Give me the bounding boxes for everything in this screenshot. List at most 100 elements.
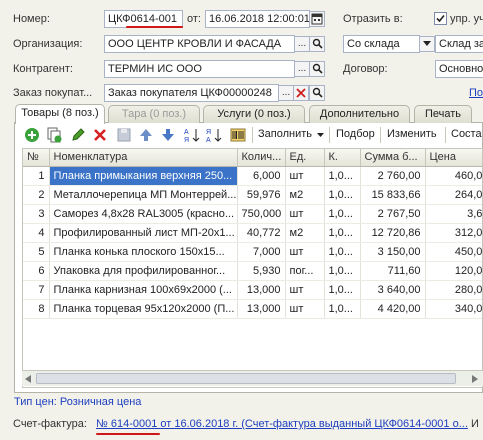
- row-name[interactable]: Планка торцевая 95х120х2000 (П...: [49, 299, 238, 319]
- column-header[interactable]: №: [23, 149, 50, 167]
- table-row[interactable]: 8 Планка торцевая 95х120х2000 (П... 13,0…: [23, 299, 482, 319]
- save-disabled-icon[interactable]: [116, 127, 132, 143]
- row-sum[interactable]: 4 420,00: [360, 299, 426, 319]
- order-link[interactable]: По: [469, 87, 483, 99]
- row-sum[interactable]: 2 767,50: [360, 204, 426, 224]
- row-qty[interactable]: 5,930: [237, 261, 286, 281]
- table-row[interactable]: 1 Планка примыкания верхняя 250... 6,000…: [23, 166, 482, 186]
- row-name[interactable]: Планка примыкания верхняя 250...: [49, 166, 238, 186]
- edit-pencil-icon[interactable]: [70, 127, 86, 143]
- org-search-icon[interactable]: [309, 36, 325, 52]
- reflect-checkbox[interactable]: [434, 12, 447, 25]
- row-unit[interactable]: шт: [285, 242, 325, 262]
- row-unit[interactable]: шт: [285, 204, 325, 224]
- table-row[interactable]: 2 Металлочерепица МП Монтеррей... 59,976…: [23, 185, 482, 205]
- column-header[interactable]: К.: [324, 149, 361, 167]
- row-sum[interactable]: 711,60: [360, 261, 426, 281]
- org-dots-button[interactable]: ...: [294, 36, 310, 52]
- row-sum[interactable]: 12 720,86: [360, 223, 426, 243]
- column-header[interactable]: Колич...: [237, 149, 286, 167]
- table-row[interactable]: 6 Упаковка для профилированног... 5,930 …: [23, 261, 482, 281]
- column-header[interactable]: Цена: [425, 149, 482, 167]
- row-price[interactable]: 460,00: [425, 166, 482, 186]
- fill-button[interactable]: Заполнить: [258, 128, 312, 140]
- selection-button[interactable]: Подбор: [336, 128, 375, 140]
- row-k[interactable]: 1,0...: [324, 242, 361, 262]
- org-field[interactable]: ООО ЦЕНТР КРОВЛИ И ФАСАДА: [104, 35, 295, 53]
- row-k[interactable]: 1,0...: [324, 166, 361, 186]
- table-row[interactable]: 7 Планка карнизная 100х69х2000 (... 13,0…: [23, 280, 482, 300]
- change-button[interactable]: Изменить: [387, 128, 437, 140]
- row-k[interactable]: 1,0...: [324, 185, 361, 205]
- row-price[interactable]: 312,00: [425, 223, 482, 243]
- row-price[interactable]: 264,00: [425, 185, 482, 205]
- composition-button[interactable]: Соста: [451, 128, 482, 140]
- table-row[interactable]: 5 Планка конька плоского 150х15... 7,000…: [23, 242, 482, 262]
- date-field[interactable]: 16.06.2018 12:00:01: [205, 10, 310, 28]
- row-unit[interactable]: м2: [285, 223, 325, 243]
- add-row-icon[interactable]: [24, 127, 40, 143]
- row-sum[interactable]: 3 150,00: [360, 242, 426, 262]
- row-k[interactable]: 1,0...: [324, 204, 361, 224]
- row-qty[interactable]: 6,000: [237, 166, 286, 186]
- row-qty[interactable]: 13,000: [237, 299, 286, 319]
- sort-desc-icon[interactable]: ЯA: [206, 127, 222, 144]
- table-row[interactable]: 3 Саморез 4,8х28 RAL3005 (красно... 750,…: [23, 204, 482, 224]
- tab-additional[interactable]: Дополнительно: [309, 105, 410, 123]
- row-sum[interactable]: 2 760,00: [360, 166, 426, 186]
- row-sum[interactable]: 15 833,66: [360, 185, 426, 205]
- tab-container[interactable]: Тара (0 поз.): [108, 105, 200, 123]
- copy-row-icon[interactable]: [46, 127, 62, 143]
- contract-field[interactable]: Основной: [435, 60, 483, 78]
- order-dots-button[interactable]: ...: [278, 85, 294, 101]
- row-unit[interactable]: м2: [285, 185, 325, 205]
- tab-print[interactable]: Печать: [414, 105, 472, 123]
- row-unit[interactable]: шт: [285, 280, 325, 300]
- row-name[interactable]: Саморез 4,8х28 RAL3005 (красно...: [49, 204, 238, 224]
- delete-row-icon[interactable]: [92, 127, 108, 143]
- row-name[interactable]: Планка карнизная 100х69х2000 (...: [49, 280, 238, 300]
- row-price[interactable]: 3,69: [425, 204, 482, 224]
- contractor-field[interactable]: ТЕРМИН ИС ООО: [104, 60, 295, 78]
- row-name[interactable]: Профилированный лист МП-20х1...: [49, 223, 238, 243]
- row-qty[interactable]: 7,000: [237, 242, 286, 262]
- row-qty[interactable]: 59,976: [237, 185, 286, 205]
- row-k[interactable]: 1,0...: [324, 280, 361, 300]
- fill-dropdown-icon[interactable]: [317, 133, 324, 138]
- order-clear-icon[interactable]: [293, 85, 309, 101]
- scroll-left-icon[interactable]: [25, 375, 31, 383]
- calendar-icon[interactable]: [309, 11, 325, 27]
- horizontal-scrollbar[interactable]: [22, 370, 483, 386]
- row-k[interactable]: 1,0...: [324, 261, 361, 281]
- barcode-icon[interactable]: [230, 127, 246, 143]
- row-price[interactable]: 120,00: [425, 261, 482, 281]
- row-name[interactable]: Планка конька плоского 150х15...: [49, 242, 238, 262]
- row-price[interactable]: 280,00: [425, 280, 482, 300]
- price-type-link[interactable]: Тип цен: Розничная цена: [14, 396, 141, 408]
- row-k[interactable]: 1,0...: [324, 223, 361, 243]
- dropdown-arrow-icon[interactable]: [419, 36, 435, 52]
- warehouse-mode-field[interactable]: Со склада: [343, 35, 420, 53]
- scroll-right-icon[interactable]: [472, 375, 478, 383]
- scroll-thumb[interactable]: [36, 373, 456, 384]
- row-sum[interactable]: 3 640,00: [360, 280, 426, 300]
- tab-services[interactable]: Услуги (0 поз.): [203, 105, 305, 123]
- row-qty[interactable]: 750,000: [237, 204, 286, 224]
- column-header[interactable]: Номенклатура: [49, 149, 238, 167]
- contractor-search-icon[interactable]: [309, 61, 325, 77]
- row-qty[interactable]: 40,772: [237, 223, 286, 243]
- warehouse-field[interactable]: Склад за: [435, 35, 483, 53]
- row-name[interactable]: Металлочерепица МП Монтеррей...: [49, 185, 238, 205]
- row-k[interactable]: 1,0...: [324, 299, 361, 319]
- sort-asc-icon[interactable]: AЯ: [184, 127, 200, 144]
- row-price[interactable]: 450,00: [425, 242, 482, 262]
- tab-goods[interactable]: Товары (8 поз.): [15, 104, 105, 124]
- row-qty[interactable]: 13,000: [237, 280, 286, 300]
- row-unit[interactable]: шт: [285, 299, 325, 319]
- row-name[interactable]: Упаковка для профилированног...: [49, 261, 238, 281]
- row-unit[interactable]: пог...: [285, 261, 325, 281]
- order-field[interactable]: Заказ покупателя ЦКФ00000248: [104, 84, 279, 102]
- column-header[interactable]: Ед.: [285, 149, 325, 167]
- contractor-dots-button[interactable]: ...: [294, 61, 310, 77]
- invoice-link[interactable]: № 614-0001 от 16.06.2018 г. (Счет-фактур…: [96, 418, 468, 430]
